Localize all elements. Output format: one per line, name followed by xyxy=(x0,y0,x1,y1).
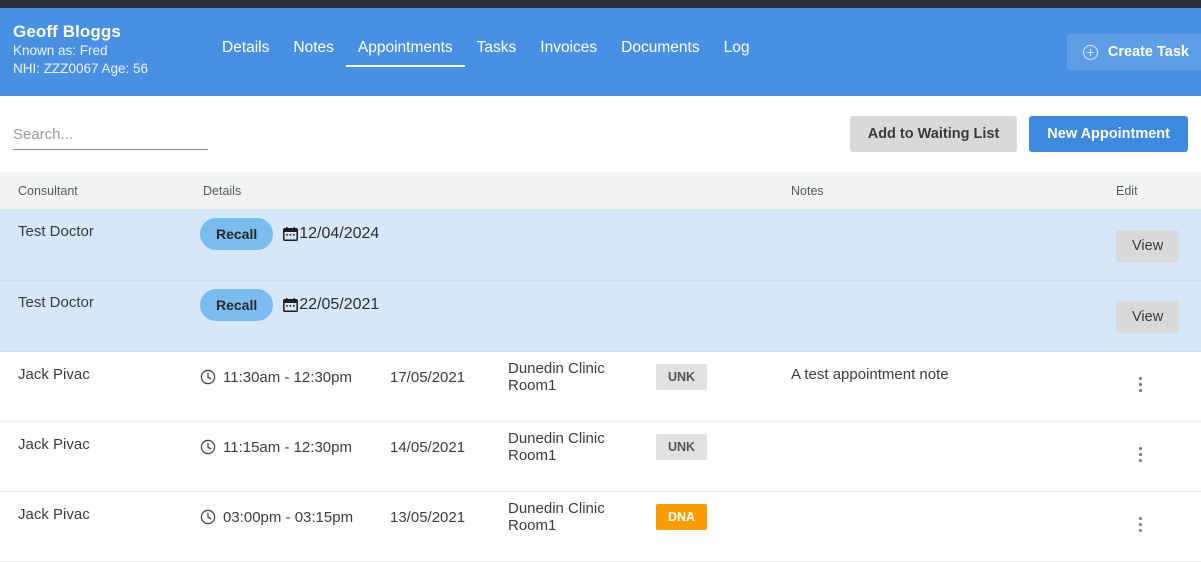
cell-edit xyxy=(1116,352,1201,396)
cell-consultant: Jack Pivac xyxy=(18,506,90,523)
appointments-page: Geoff Bloggs Known as: Fred NHI: ZZZ0067… xyxy=(0,0,1201,562)
cell-edit: View xyxy=(1116,210,1201,262)
status-badge: DNA xyxy=(656,504,708,530)
appointment-room: Dunedin Clinic Room1 xyxy=(508,360,605,394)
cell-edit xyxy=(1116,422,1201,466)
patient-known-as: Known as: Fred xyxy=(13,43,108,58)
tab-log[interactable]: Log xyxy=(712,38,762,65)
cell-details: 11:30am - 12:30pm 17/05/2021 Dunedin Clini… xyxy=(200,352,791,394)
clock-icon xyxy=(200,439,216,455)
table-header-row: Consultant Details Notes Edit xyxy=(0,172,1201,210)
appointment-date: 14/05/2021 xyxy=(390,438,466,456)
tab-tasks[interactable]: Tasks xyxy=(465,38,529,65)
table-row: Test Doctor Recall 22/05/2021 View xyxy=(0,281,1201,352)
appointments-toolbar: Add to Waiting List New Appointment xyxy=(0,96,1201,172)
search-field-wrap xyxy=(13,118,208,150)
appointment-time: 11:30am - 12:30pm xyxy=(223,368,352,386)
appointment-date: 13/05/2021 xyxy=(390,508,466,526)
cell-details: 11:15am - 12:30pm 14/05/2021 Dunedin Clini… xyxy=(200,422,791,464)
appointment-date: 17/05/2021 xyxy=(390,368,466,386)
view-button[interactable]: View xyxy=(1116,301,1180,333)
patient-nhi-age: NHI: ZZZ0067 Age: 56 xyxy=(13,61,149,76)
clock-icon xyxy=(200,369,216,385)
plus-circle-icon xyxy=(1082,44,1098,60)
column-header-details: Details xyxy=(203,183,242,198)
search-input[interactable] xyxy=(13,126,208,150)
kebab-menu-icon[interactable] xyxy=(1128,442,1152,466)
cell-notes xyxy=(791,422,1116,436)
table-row: Jack Pivac 03:00pm - 03:15pm 13/05/2021 Dun… xyxy=(0,492,1201,562)
recall-date: 12/04/2024 xyxy=(299,225,380,242)
calendar-icon xyxy=(283,298,299,312)
cell-edit xyxy=(1116,492,1201,536)
table-row: Jack Pivac 11:30am - 12:30pm 17/05/2021 Dun… xyxy=(0,352,1201,422)
patient-identity-block: Geoff Bloggs Known as: Fred NHI: ZZZ0067… xyxy=(0,8,210,78)
appointments-table: Consultant Details Notes Edit Test Docto… xyxy=(0,172,1201,562)
cell-notes: A test appointment note xyxy=(791,366,949,383)
cell-consultant: Test Doctor xyxy=(18,294,94,311)
column-header-edit: Edit xyxy=(1116,183,1138,198)
recall-date: 22/05/2021 xyxy=(299,296,380,313)
table-body: Test Doctor Recall 12/04/2024 View Test Doct… xyxy=(0,210,1201,562)
cell-edit: View xyxy=(1116,281,1201,333)
tab-documents[interactable]: Documents xyxy=(609,38,711,65)
recall-badge: Recall xyxy=(200,289,274,321)
tab-details[interactable]: Details xyxy=(210,38,281,65)
cell-details: Recall 22/05/2021 xyxy=(200,281,791,321)
column-header-notes: Notes xyxy=(791,183,824,198)
column-header-consultant: Consultant xyxy=(18,183,78,198)
new-appointment-button[interactable]: New Appointment xyxy=(1029,116,1188,152)
table-row: Test Doctor Recall 12/04/2024 View xyxy=(0,210,1201,281)
main-nav-tabs: Details Notes Appointments Tasks Invoice… xyxy=(210,8,1201,67)
recall-badge: Recall xyxy=(200,218,274,250)
cell-notes xyxy=(791,281,1116,295)
view-button[interactable]: View xyxy=(1116,230,1180,262)
appointment-room: Dunedin Clinic Room1 xyxy=(508,500,605,534)
cell-consultant: Jack Pivac xyxy=(18,366,90,383)
status-badge: UNK xyxy=(656,364,708,390)
cell-consultant: Test Doctor xyxy=(18,223,94,240)
cell-consultant: Jack Pivac xyxy=(18,436,90,453)
tab-notes[interactable]: Notes xyxy=(281,38,346,65)
toolbar-actions: Add to Waiting List New Appointment xyxy=(849,116,1188,152)
cell-notes xyxy=(791,492,1116,506)
tab-invoices[interactable]: Invoices xyxy=(528,38,609,65)
table-row: Jack Pivac 11:15am - 12:30pm 14/05/2021 Dun… xyxy=(0,422,1201,492)
appointment-time: 03:00pm - 03:15pm xyxy=(223,508,354,526)
cell-details: Recall 12/04/2024 xyxy=(200,210,791,250)
patient-header: Geoff Bloggs Known as: Fred NHI: ZZZ0067… xyxy=(0,8,1201,96)
kebab-menu-icon[interactable] xyxy=(1128,372,1152,396)
create-task-label: Create Task xyxy=(1107,44,1189,60)
cell-notes xyxy=(791,210,1116,224)
create-task-button[interactable]: Create Task xyxy=(1066,34,1201,70)
top-dark-strip xyxy=(0,0,1201,8)
patient-name: Geoff Bloggs xyxy=(13,22,121,41)
clock-icon xyxy=(200,509,216,525)
add-to-waiting-list-button[interactable]: Add to Waiting List xyxy=(849,116,1018,152)
appointment-time: 11:15am - 12:30pm xyxy=(223,438,352,456)
calendar-icon xyxy=(283,227,299,241)
status-badge: UNK xyxy=(656,434,708,460)
tab-appointments[interactable]: Appointments xyxy=(345,38,465,67)
appointment-room: Dunedin Clinic Room1 xyxy=(508,430,605,464)
cell-details: 03:00pm - 03:15pm 13/05/2021 Dunedin Clini… xyxy=(200,492,791,534)
kebab-menu-icon[interactable] xyxy=(1128,512,1152,536)
